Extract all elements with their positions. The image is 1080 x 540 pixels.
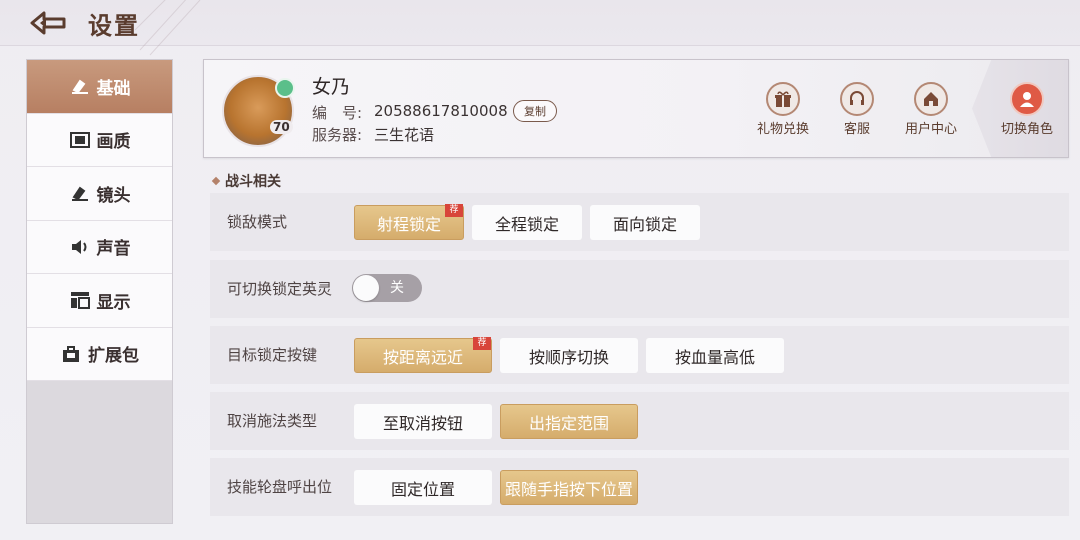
top-bar: 设置 <box>0 0 1080 56</box>
gift-icon <box>766 82 800 116</box>
switch-role-label: 切换角色 <box>1000 122 1053 137</box>
option-label: 全程锁定 <box>494 214 559 234</box>
package-icon <box>60 344 82 364</box>
user-center-label: 用户中心 <box>904 122 957 137</box>
film-icon <box>69 130 91 150</box>
sidebar-item-label: 镜头 <box>96 185 131 206</box>
setting-row-wheel-position: 技能轮盘呼出位 固定位置 跟随手指按下位置 <box>210 458 1069 516</box>
profile-card: 70 女乃 编 号: 20588617810008 复制 服务器: 三生花语 礼… <box>203 59 1069 158</box>
user-switch-icon <box>1010 82 1044 116</box>
gift-exchange-button[interactable]: 礼物兑换 <box>748 82 818 137</box>
camera-icon <box>69 183 91 203</box>
option-label: 固定位置 <box>390 479 455 499</box>
option-facing-lock[interactable]: 面向锁定 <box>590 205 700 240</box>
leaf-badge-icon <box>275 78 295 98</box>
setting-row-cancel-type: 取消施法类型 至取消按钮 出指定范围 <box>210 392 1069 450</box>
option-by-distance[interactable]: 按距离远近 荐 <box>354 337 492 373</box>
id-label: 编 号: <box>312 104 363 122</box>
option-label: 按顺序切换 <box>528 347 609 367</box>
recommended-tag: 荐 <box>445 204 463 217</box>
option-label: 面向锁定 <box>612 214 677 234</box>
headset-icon <box>840 82 874 116</box>
option-by-order[interactable]: 按顺序切换 <box>500 338 638 373</box>
sidebar-item-label: 扩展包 <box>88 346 139 367</box>
customer-service-button[interactable]: 客服 <box>822 82 892 137</box>
layout-icon <box>69 290 91 310</box>
option-label: 按血量高低 <box>674 347 755 367</box>
toggle-knob <box>353 275 379 301</box>
sidebar-item-label: 显示 <box>96 292 131 313</box>
setting-label: 可切换锁定英灵 <box>227 280 333 298</box>
setting-label: 锁敌模式 <box>227 213 288 231</box>
section-title-text: 战斗相关 <box>225 174 281 190</box>
sidebar-item-display[interactable]: 显示 <box>27 274 172 328</box>
hammer-icon <box>69 76 91 96</box>
sidebar-item-label: 画质 <box>96 132 131 153</box>
sidebar-item-quality[interactable]: 画质 <box>27 113 172 167</box>
sidebar-item-package[interactable]: 扩展包 <box>27 327 172 381</box>
home-icon <box>914 82 948 116</box>
option-full-lock[interactable]: 全程锁定 <box>472 205 582 240</box>
player-name: 女乃 <box>312 76 351 98</box>
customer-service-label: 客服 <box>843 122 870 137</box>
header-decoration <box>134 0 201 56</box>
user-center-button[interactable]: 用户中心 <box>896 82 966 137</box>
option-label: 按距离远近 <box>382 347 463 367</box>
option-to-cancel-button[interactable]: 至取消按钮 <box>354 404 492 439</box>
server-label: 服务器: <box>312 126 363 144</box>
sidebar-item-camera[interactable]: 镜头 <box>27 167 172 221</box>
option-by-hp[interactable]: 按血量高低 <box>646 338 784 373</box>
server-value: 三生花语 <box>374 126 435 144</box>
back-arrow-icon <box>30 11 66 35</box>
sidebar-item-sound[interactable]: 声音 <box>27 220 172 274</box>
option-label: 至取消按钮 <box>382 413 463 433</box>
diamond-bullet-icon <box>211 176 221 186</box>
id-value: 20588617810008 <box>374 102 508 120</box>
sidebar-item-basic[interactable]: 基础 <box>27 60 172 114</box>
option-range-lock[interactable]: 射程锁定 荐 <box>354 204 464 240</box>
copy-id-button[interactable]: 复制 <box>513 100 557 122</box>
setting-label: 取消施法类型 <box>227 412 318 430</box>
option-label: 射程锁定 <box>376 214 441 234</box>
speaker-icon <box>69 237 91 257</box>
section-title: 战斗相关 <box>211 171 281 191</box>
setting-row-switch-lock: 可切换锁定英灵 关 <box>210 260 1069 318</box>
option-fixed-position[interactable]: 固定位置 <box>354 470 492 505</box>
option-follow-finger[interactable]: 跟随手指按下位置 <box>500 470 638 505</box>
sidebar-item-label: 声音 <box>96 239 131 260</box>
option-label: 跟随手指按下位置 <box>504 479 633 499</box>
toggle-state-text: 关 <box>390 280 404 296</box>
setting-row-target-key: 目标锁定按键 按距离远近 荐 按顺序切换 按血量高低 <box>210 326 1069 384</box>
option-out-of-range[interactable]: 出指定范围 <box>500 404 638 439</box>
switch-role-button[interactable]: 切换角色 <box>992 82 1062 137</box>
recommended-tag: 荐 <box>473 337 491 350</box>
setting-label: 目标锁定按键 <box>227 346 318 364</box>
sidebar-item-label: 基础 <box>96 78 131 99</box>
back-button[interactable] <box>28 8 68 38</box>
player-level: 70 <box>270 120 293 134</box>
gift-exchange-label: 礼物兑换 <box>756 122 809 137</box>
setting-label: 技能轮盘呼出位 <box>227 478 333 496</box>
switch-lock-toggle[interactable]: 关 <box>352 274 422 302</box>
option-label: 出指定范围 <box>528 413 609 433</box>
setting-row-lock-mode: 锁敌模式 射程锁定 荐 全程锁定 面向锁定 <box>210 193 1069 251</box>
settings-sidebar: 基础 画质 镜头 声音 显示 扩展包 <box>26 59 173 524</box>
